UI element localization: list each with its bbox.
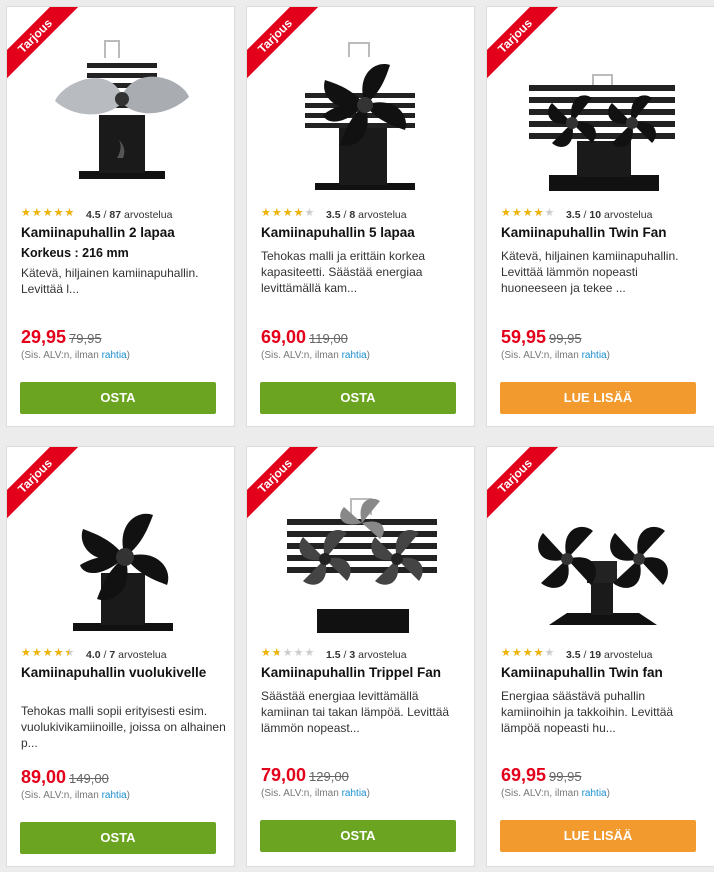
- product-title[interactable]: Kamiinapuhallin Trippel Fan: [261, 664, 466, 681]
- flue-pipe-fan-image[interactable]: [47, 463, 197, 638]
- product-description: Tehokas malli sopii erityisesti esim. vu…: [21, 704, 226, 750]
- shipping-link[interactable]: rahtia: [342, 788, 367, 799]
- star-rating-icon: ★★★★★★★★★★: [501, 647, 556, 659]
- shipping-link[interactable]: rahtia: [582, 788, 607, 799]
- star-rating-icon: ★★★★★★★★★★: [261, 207, 316, 219]
- vat-note: (Sis. ALV:n, ilman rahtia): [21, 790, 130, 801]
- star-rating-icon: ★★★★★★★★★★: [501, 207, 556, 219]
- stove-fan-twin-compact-image[interactable]: [527, 463, 677, 638]
- shipping-link[interactable]: rahtia: [102, 790, 127, 801]
- old-price: 99,95: [549, 331, 582, 346]
- star-rating-icon: ★★★★★★★★★★: [21, 207, 76, 219]
- stove-fan-5-blades-image[interactable]: [287, 23, 437, 198]
- read-more-button[interactable]: LUE LISÄÄ: [500, 382, 696, 414]
- product-title[interactable]: Kamiinapuhallin Twin Fan: [501, 224, 706, 241]
- product-description: Kätevä, hiljainen kamiinapuhallin. Levit…: [501, 249, 679, 295]
- old-price: 79,95: [69, 331, 102, 346]
- old-price: 99,95: [549, 769, 582, 784]
- product-description: Tehokas malli ja erittäin korkea kapasit…: [261, 249, 426, 295]
- product-card[interactable]: Tarjous ★★★★★★★★★★4.0 / 7 arvostelua Kam…: [6, 446, 235, 867]
- stove-fan-triple-image[interactable]: [287, 463, 437, 638]
- stove-fan-2-blades-image[interactable]: [47, 23, 197, 198]
- product-card[interactable]: Tarjous ★★★★★★★★★★3.5 / 10 arvost: [486, 6, 714, 427]
- product-spec: Korkeus : 216 mm: [21, 246, 129, 260]
- price: 59,95 99,95: [501, 327, 582, 347]
- star-rating-icon: ★★★★★★★★★★: [21, 647, 76, 659]
- old-price: 129,00: [309, 769, 349, 784]
- read-more-button[interactable]: LUE LISÄÄ: [500, 820, 696, 852]
- product-card[interactable]: Tarjous ★★★★★ ★★★★★ 4.5 / 87 arvostelua Ka…: [6, 6, 235, 427]
- rating[interactable]: ★★★★★★★★★★3.5 / 19 arvostelua: [501, 647, 652, 661]
- product-description: Kätevä, hiljainen kamiinapuhallin. Levit…: [21, 266, 199, 296]
- vat-note: (Sis. ALV:n, ilman rahtia): [501, 350, 610, 361]
- buy-button[interactable]: OSTA: [20, 822, 216, 854]
- product-title[interactable]: Kamiinapuhallin vuolukivelle: [21, 664, 226, 681]
- product-title[interactable]: Kamiinapuhallin 5 lapaa: [261, 224, 466, 241]
- shipping-link[interactable]: rahtia: [582, 350, 607, 361]
- product-card[interactable]: Tarjous ★★★★★★★★★★3.5 / 19 arvostelua Ka…: [486, 446, 714, 867]
- old-price: 149,00: [69, 771, 109, 786]
- vat-note: (Sis. ALV:n, ilman rahtia): [21, 350, 130, 361]
- price: 69,00 119,00: [261, 327, 348, 347]
- old-price: 119,00: [309, 331, 348, 346]
- product-card[interactable]: Tarjous ★★★★★★★★★★3.5 / 8 arvostelua Kam…: [246, 6, 475, 427]
- product-description: Energiaa säästävä puhallin kamiinoihin j…: [501, 689, 674, 735]
- rating[interactable]: ★★★★★ ★★★★★ 4.5 / 87 arvostelua: [21, 207, 172, 221]
- rating[interactable]: ★★★★★★★★★★4.0 / 7 arvostelua: [21, 647, 167, 661]
- rating[interactable]: ★★★★★★★★★★3.5 / 8 arvostelua: [261, 207, 407, 221]
- shipping-link[interactable]: rahtia: [342, 350, 367, 361]
- vat-note: (Sis. ALV:n, ilman rahtia): [501, 788, 610, 799]
- product-description: Säästää energiaa levittämällä kamiinan t…: [261, 689, 450, 735]
- vat-note: (Sis. ALV:n, ilman rahtia): [261, 350, 370, 361]
- product-card[interactable]: Tarjous ★★★★★★★★★: [246, 446, 475, 867]
- price: 29,95 79,95: [21, 327, 102, 347]
- product-title[interactable]: Kamiinapuhallin 2 lapaa Korkeus : 216 mm: [21, 224, 226, 262]
- vat-note: (Sis. ALV:n, ilman rahtia): [261, 788, 370, 799]
- product-title[interactable]: Kamiinapuhallin Twin fan: [501, 664, 706, 681]
- price: 69,95 99,95: [501, 765, 582, 785]
- price: 89,00 149,00: [21, 767, 109, 787]
- buy-button[interactable]: OSTA: [260, 382, 456, 414]
- buy-button[interactable]: OSTA: [20, 382, 216, 414]
- rating[interactable]: ★★★★★★★★★★1.5 / 3 arvostelua: [261, 647, 407, 661]
- rating[interactable]: ★★★★★★★★★★3.5 / 10 arvostelua: [501, 207, 652, 221]
- star-rating-icon: ★★★★★★★★★★: [261, 647, 316, 659]
- buy-button[interactable]: OSTA: [260, 820, 456, 852]
- shipping-link[interactable]: rahtia: [102, 350, 127, 361]
- price: 79,00 129,00: [261, 765, 349, 785]
- stove-fan-twin-image[interactable]: [527, 23, 677, 198]
